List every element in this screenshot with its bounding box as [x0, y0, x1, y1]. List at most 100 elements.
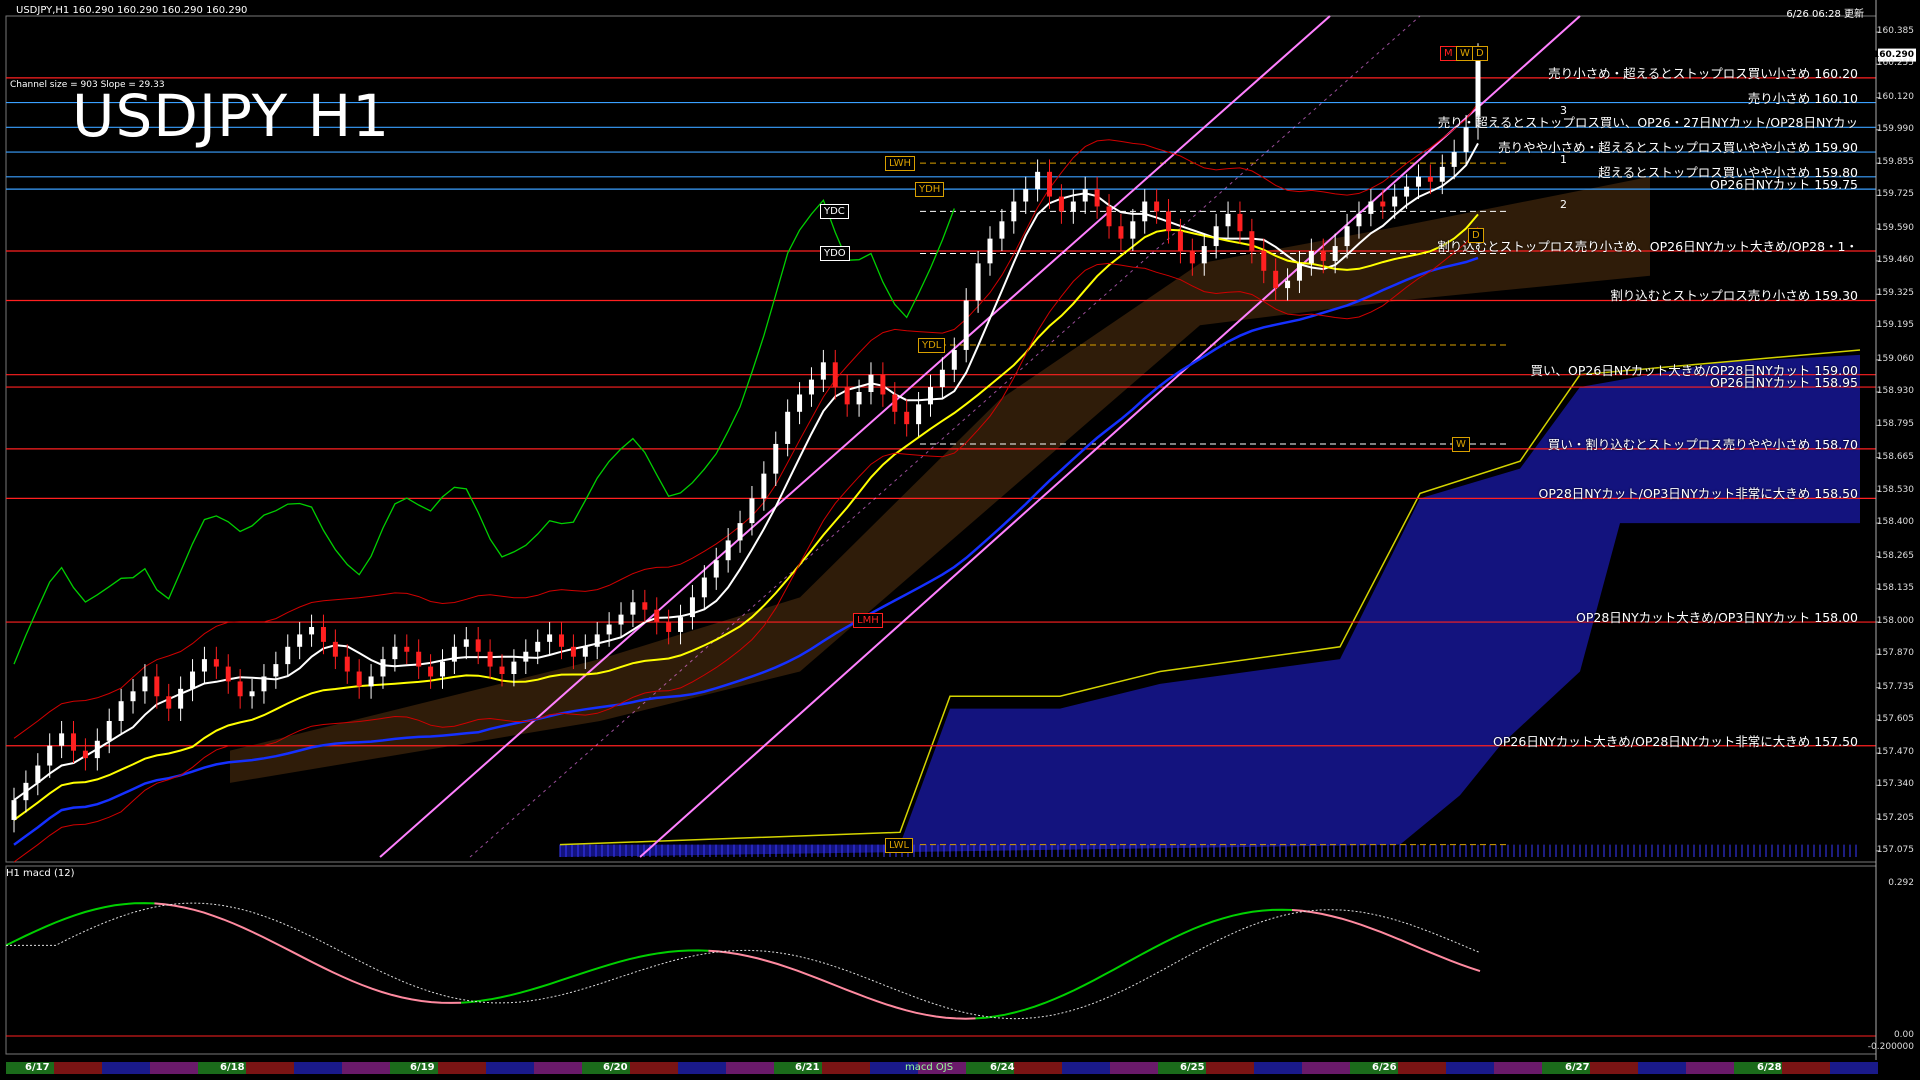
candle-body: [1451, 152, 1457, 167]
candle-body: [1296, 263, 1302, 281]
candle-body: [1273, 270, 1279, 289]
level-tag: D: [1472, 46, 1488, 62]
price-tick-label: 158.665: [1876, 451, 1914, 462]
candle-body: [797, 394, 803, 412]
candle-body: [904, 411, 910, 425]
price-tick-label: 157.075: [1876, 844, 1914, 855]
candle-body: [404, 646, 410, 652]
date-bar-segment: [1398, 1062, 1446, 1074]
level-label: OP28日NYカット/OP3日NYカット非常に大きめ 158.50: [1538, 486, 1858, 502]
candle-body: [273, 664, 279, 677]
candle-body: [142, 676, 148, 692]
level-label: 売りやや小さめ・超えるとストップロス買いやや小さめ 159.90: [1498, 140, 1858, 156]
date-bar-segment: [438, 1062, 486, 1074]
candle-body: [439, 661, 445, 677]
candle-body: [1356, 213, 1362, 227]
level-label: 売り・超えるとストップロス買い、OP26・27日NYカット/OP28日NYカッ: [1437, 115, 1858, 131]
candle-body: [951, 349, 957, 370]
price-tick-label: 160.120: [1876, 91, 1914, 102]
date-bar-segment: [54, 1062, 102, 1074]
date-label: 6/17: [25, 1062, 50, 1073]
price-tick-label: 159.855: [1876, 157, 1914, 168]
candle-body: [511, 661, 517, 674]
candle-body: [1225, 213, 1231, 227]
candle-body: [856, 392, 862, 405]
price-tick-label: 158.400: [1876, 517, 1914, 528]
level-tag: LWL: [885, 837, 914, 853]
candle-body: [1082, 189, 1088, 202]
date-bar-segment: [1110, 1062, 1158, 1074]
level-tag: YDL: [918, 338, 946, 353]
candle-body: [1142, 201, 1148, 222]
price-tick-label: 158.265: [1876, 550, 1914, 561]
candle-body: [761, 473, 767, 499]
date-label: 6/26: [1372, 1062, 1397, 1073]
candle-body: [356, 671, 362, 687]
price-tick-label: 159.590: [1876, 222, 1914, 233]
candle-body: [927, 387, 933, 405]
date-scroll-label: macd OJS: [905, 1062, 954, 1073]
level-tag: LMH: [853, 612, 883, 628]
price-tick-label: 158.135: [1876, 582, 1914, 593]
date-bar-segment: [678, 1062, 726, 1074]
candle-body: [190, 671, 196, 689]
candle-body: [820, 362, 826, 380]
candle-body: [582, 646, 588, 657]
candle-body: [654, 609, 660, 623]
macd-line: [5, 939, 17, 947]
candle-body: [94, 740, 100, 759]
candle-body: [487, 651, 493, 667]
level-label: 売り小さめ・超えるとストップロス買い小さめ 160.20: [1548, 65, 1858, 81]
candle-body: [1368, 201, 1374, 214]
candle-body: [642, 602, 648, 610]
date-bar-segment: [1494, 1062, 1542, 1074]
macd-axis-bottom: -0.200000: [1867, 1042, 1914, 1052]
candle-body: [749, 498, 755, 524]
candle-body: [249, 691, 255, 697]
symbol-info: USDJPY,H1 160.290 160.290 160.290 160.29…: [16, 5, 248, 16]
price-tick-label: 159.460: [1876, 254, 1914, 265]
candle-body: [213, 659, 219, 667]
candle-body: [535, 641, 541, 652]
candle-body: [701, 577, 707, 598]
candle-body: [23, 782, 29, 801]
macd-line: [461, 949, 709, 1004]
date-bar-segment: [246, 1062, 294, 1074]
candle-body: [916, 404, 922, 425]
price-tick-label: 159.725: [1876, 189, 1914, 200]
date-label: 6/25: [1180, 1062, 1205, 1073]
candle-body: [1106, 206, 1112, 227]
candle-body: [130, 691, 136, 702]
level-label: 売り小さめ 160.10: [1747, 90, 1858, 106]
candle-body: [832, 362, 838, 388]
candle-body: [475, 639, 481, 652]
price-tick-label: 157.735: [1876, 681, 1914, 692]
date-label: 6/28: [1757, 1062, 1782, 1073]
price-tick-label: 158.930: [1876, 386, 1914, 396]
candle-body: [1189, 251, 1195, 264]
candle-body: [416, 651, 422, 667]
date-bar-segment: [1590, 1062, 1638, 1074]
candle-body: [11, 800, 17, 820]
candle-body: [1213, 226, 1219, 247]
candle-body: [570, 646, 576, 657]
candle-body: [1011, 201, 1017, 222]
candle-body: [999, 221, 1005, 239]
candle-body: [82, 750, 88, 759]
macd-axis-top: 0.292: [1888, 878, 1914, 888]
candle-body: [1154, 201, 1160, 212]
level-label: 買い・割り込むとストップロス売りやや小さめ 158.70: [1547, 436, 1858, 452]
candle-body: [166, 696, 172, 709]
candle-body: [963, 300, 969, 350]
candle-body: [1249, 231, 1255, 251]
wave-label: 2: [1560, 198, 1567, 211]
candle-body: [1320, 251, 1326, 261]
candle-body: [1261, 251, 1267, 271]
date-bar-segment: [1254, 1062, 1302, 1074]
candle-body: [1058, 196, 1064, 212]
date-bar-segment: [822, 1062, 870, 1074]
candle-body: [154, 676, 160, 697]
candle-body: [713, 560, 719, 578]
level-label: OP26日NYカット大きめ/OP28日NYカット非常に大きめ 157.50: [1493, 733, 1858, 749]
macd-axis-zero: 0.00: [1893, 1030, 1914, 1040]
